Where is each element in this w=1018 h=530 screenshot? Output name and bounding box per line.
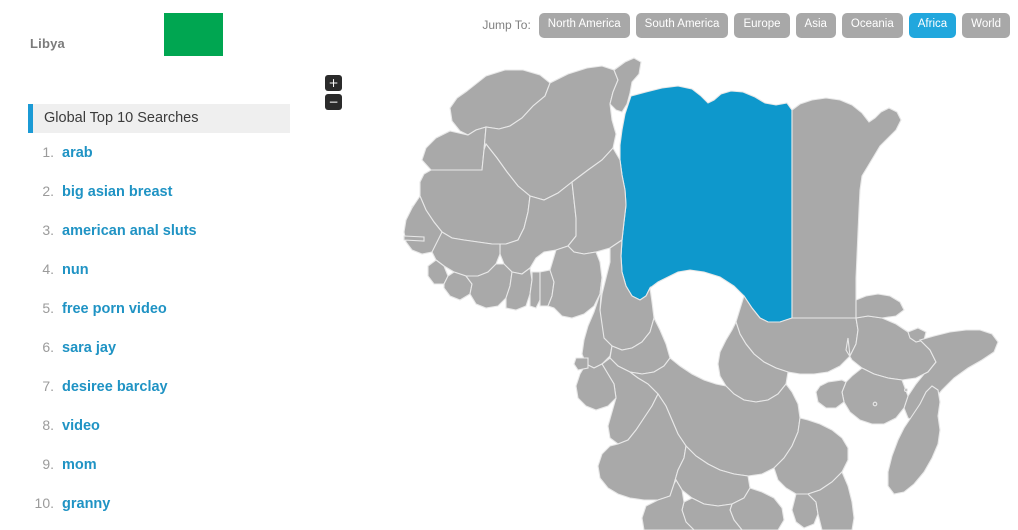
page-title: Libya (30, 36, 65, 51)
search-term-link[interactable]: video (62, 418, 100, 434)
country-western-sahara[interactable] (421, 126, 487, 171)
search-term-link[interactable]: free porn video (62, 301, 167, 317)
country-togo[interactable] (529, 271, 541, 309)
africa-map-container[interactable] (300, 0, 1018, 530)
list-item-rank: 7. (42, 378, 54, 394)
country-libya-selected[interactable] (619, 85, 793, 323)
list-item: 8. video (28, 406, 290, 445)
list-item-rank: 1. (42, 144, 54, 160)
search-term-link[interactable]: nun (62, 262, 89, 278)
list-item: 3. american anal sluts (28, 211, 290, 250)
search-term-link[interactable]: granny (62, 496, 110, 512)
search-term-link[interactable]: arab (62, 145, 93, 161)
africa-map[interactable] (300, 0, 1018, 530)
list-item: 6. sara jay (28, 328, 290, 367)
country-uganda[interactable] (815, 379, 847, 409)
list-item: 4. nun (28, 250, 290, 289)
list-item-rank: 10. (34, 495, 54, 511)
global-top-searches-panel: Global Top 10 Searches 1. arab 2. big as… (28, 104, 290, 523)
zoom-out-icon[interactable]: − (325, 94, 342, 110)
search-list: 1. arab 2. big asian breast 3. american … (28, 133, 290, 523)
list-item-rank: 2. (42, 183, 54, 199)
list-item-rank: 6. (42, 339, 54, 355)
search-term-link[interactable]: mom (62, 457, 97, 473)
search-term-link[interactable]: sara jay (62, 340, 116, 356)
country-header: Libya (0, 0, 300, 90)
country-nigeria[interactable] (547, 245, 603, 319)
country-gambia[interactable] (403, 235, 425, 242)
list-item-rank: 3. (42, 222, 54, 238)
list-item: 10. granny (28, 484, 290, 523)
zoom-in-icon[interactable]: + (325, 75, 342, 91)
list-item-rank: 5. (42, 300, 54, 316)
panel-title: Global Top 10 Searches (28, 104, 290, 133)
list-item-rank: 4. (42, 261, 54, 277)
country-egypt[interactable] (791, 97, 902, 319)
list-item: 9. mom (28, 445, 290, 484)
list-item: 1. arab (28, 133, 290, 172)
search-term-link[interactable]: desiree barclay (62, 379, 168, 395)
list-item-rank: 8. (42, 417, 54, 433)
list-item-rank: 9. (42, 456, 54, 472)
map-zoom-controls: + − (325, 75, 342, 110)
list-item: 5. free porn video (28, 289, 290, 328)
country-eritrea[interactable] (855, 293, 905, 319)
list-item: 7. desiree barclay (28, 367, 290, 406)
libya-flag-icon (164, 13, 223, 56)
island-mauritius (904, 388, 908, 392)
search-term-link[interactable]: american anal sluts (62, 223, 197, 239)
search-term-link[interactable]: big asian breast (62, 184, 172, 200)
list-item: 2. big asian breast (28, 172, 290, 211)
island-comoros (872, 401, 878, 407)
country-equatorial-guinea[interactable] (573, 357, 589, 371)
